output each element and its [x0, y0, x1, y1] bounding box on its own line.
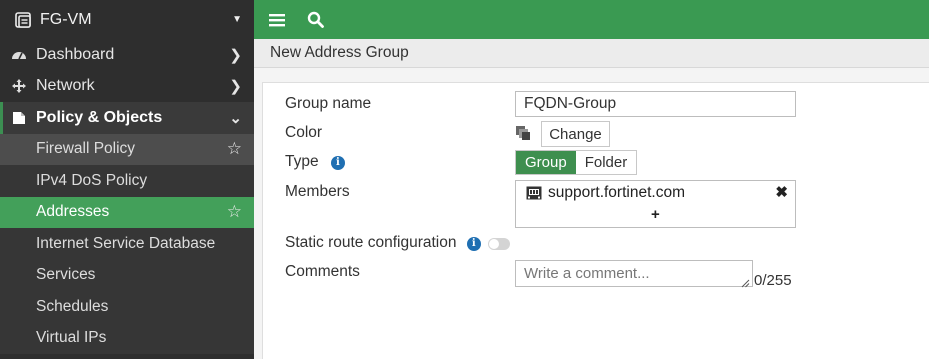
sidebar-item-policy-objects[interactable]: Policy & Objects ⌄: [0, 102, 254, 134]
device-selector[interactable]: FG-VM ▼: [0, 0, 254, 39]
members-label: Members: [285, 183, 350, 200]
sidebar-subitem-label: IPv4 DoS Policy: [36, 171, 148, 189]
static-route-label: Static route configuration: [285, 234, 457, 251]
star-icon[interactable]: ☆: [227, 139, 242, 159]
dashboard-icon: [10, 48, 28, 62]
sidebar-subitem-label: Addresses: [36, 203, 110, 221]
member-item: support.fortinet.com: [526, 184, 685, 202]
static-route-label-row: Static route configuration i: [285, 234, 481, 252]
page-title: New Address Group: [254, 39, 929, 68]
sidebar-item-network[interactable]: Network ❯: [0, 71, 254, 103]
add-member-icon[interactable]: +: [651, 206, 660, 223]
sidebar-subitem-label: Firewall Policy: [36, 140, 136, 158]
caret-down-icon: ▼: [232, 14, 242, 25]
type-segmented-control: Group Folder: [515, 150, 638, 175]
device-name: FG-VM: [40, 10, 92, 28]
sidebar-subitem-label: Services: [36, 266, 96, 284]
sidebar-subitem-firewall-policy[interactable]: Firewall Policy ☆: [0, 133, 254, 165]
type-group-option[interactable]: Group: [516, 151, 576, 174]
chevron-right-icon: ❯: [229, 78, 242, 96]
info-icon[interactable]: i: [330, 155, 345, 170]
sidebar-subitem-virtual-ips[interactable]: Virtual IPs: [0, 322, 254, 354]
policy-icon: [10, 110, 28, 126]
sidebar-subitem-label: Internet Service Database: [36, 234, 216, 252]
sidebar-item-label: Dashboard: [36, 45, 115, 63]
group-name-label: Group name: [285, 95, 372, 112]
type-folder-option[interactable]: Folder: [575, 151, 637, 174]
sidebar-subitem-addresses[interactable]: Addresses ☆: [0, 196, 254, 228]
group-name-input[interactable]: FQDN-Group: [515, 91, 796, 117]
comments-placeholder: Write a comment...: [524, 265, 650, 282]
chevron-right-icon: ❯: [229, 46, 242, 64]
static-route-toggle[interactable]: [488, 238, 510, 250]
form-panel: Group name FQDN-Group Color Change Type …: [262, 82, 929, 359]
fortigate-device-icon: [14, 10, 34, 30]
menu-icon[interactable]: [266, 9, 288, 31]
sidebar-item-dashboard[interactable]: Dashboard ❯: [0, 39, 254, 71]
remove-member-icon[interactable]: ✖: [775, 183, 788, 201]
sidebar-subitem-internet-service-database[interactable]: Internet Service Database: [0, 228, 254, 260]
star-icon[interactable]: ☆: [227, 202, 242, 222]
sidebar-subitem-ipv4-dos-policy[interactable]: IPv4 DoS Policy: [0, 165, 254, 197]
sidebar-subitem-schedules[interactable]: Schedules: [0, 291, 254, 323]
type-label: Type: [285, 153, 319, 170]
top-bar: [254, 0, 929, 39]
search-icon[interactable]: [304, 9, 326, 31]
color-label: Color: [285, 124, 323, 141]
sidebar-subitem-label: Schedules: [36, 297, 109, 315]
sidebar: FG-VM ▼ Dashboard ❯ Network ❯ Policy & O…: [0, 0, 254, 359]
sidebar-item-label: Policy & Objects: [36, 108, 163, 126]
sidebar-item-label: Network: [36, 77, 95, 95]
type-label-row: Type i: [285, 153, 345, 171]
change-color-button[interactable]: Change: [541, 121, 610, 147]
members-field[interactable]: support.fortinet.com ✖ +: [515, 180, 796, 228]
comments-label: Comments: [285, 263, 360, 280]
fqdn-address-icon: [526, 186, 542, 200]
sidebar-subitem-services[interactable]: Services: [0, 259, 254, 291]
color-swatch-icon: [515, 125, 531, 141]
sidebar-subitem-label: Virtual IPs: [36, 329, 107, 347]
main-content: Group name FQDN-Group Color Change Type …: [254, 68, 929, 359]
member-name: support.fortinet.com: [548, 184, 685, 201]
network-icon: [10, 78, 28, 94]
comments-counter: 0/255: [754, 272, 792, 289]
toggle-knob: [489, 239, 499, 249]
chevron-down-icon: ⌄: [229, 109, 242, 127]
comments-textarea[interactable]: Write a comment...: [515, 260, 753, 288]
info-icon[interactable]: i: [466, 236, 481, 251]
resize-handle-icon[interactable]: [741, 275, 750, 288]
